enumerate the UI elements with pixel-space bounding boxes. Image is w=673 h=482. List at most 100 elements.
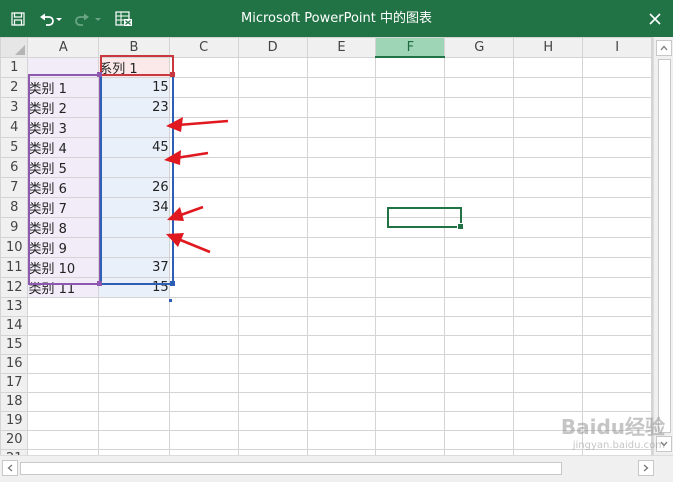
- cell-c2[interactable]: [168, 76, 239, 98]
- cell-h16[interactable]: [513, 353, 584, 374]
- vertical-scrollbar[interactable]: [653, 37, 673, 455]
- cell-c12[interactable]: [168, 276, 239, 298]
- cell-d6[interactable]: [237, 156, 308, 178]
- cell-i18[interactable]: [582, 391, 652, 412]
- cell-h3[interactable]: [513, 96, 584, 118]
- cell-g17[interactable]: [444, 372, 515, 393]
- cell-i8[interactable]: [582, 196, 652, 218]
- cell-g14[interactable]: [444, 315, 515, 336]
- cell-f14[interactable]: [375, 315, 446, 336]
- cell-d17[interactable]: [237, 372, 308, 393]
- cell-b14[interactable]: [98, 315, 170, 336]
- cell-b13[interactable]: [98, 296, 170, 317]
- cell-g3[interactable]: [444, 96, 515, 118]
- vertical-scroll-thumb[interactable]: [658, 59, 671, 433]
- row-header-14[interactable]: 14: [0, 315, 29, 336]
- scroll-right-button[interactable]: [638, 460, 654, 476]
- cell-h5[interactable]: [513, 136, 584, 158]
- cell-h2[interactable]: [513, 76, 584, 98]
- cell-g2[interactable]: [444, 76, 515, 98]
- cell-f7[interactable]: [375, 176, 446, 198]
- cell-g13[interactable]: [444, 296, 515, 317]
- row-header-11[interactable]: 11: [0, 256, 29, 278]
- column-header-b[interactable]: B: [98, 37, 170, 58]
- cell-e15[interactable]: [306, 334, 377, 355]
- cell-c7[interactable]: [168, 176, 239, 198]
- category-cell[interactable]: 类别 11: [27, 276, 100, 298]
- cell-c5[interactable]: [168, 136, 239, 158]
- column-header-e[interactable]: E: [306, 37, 377, 58]
- column-header-a[interactable]: A: [27, 37, 100, 58]
- cell-f3[interactable]: [375, 96, 446, 118]
- column-header-i[interactable]: I: [582, 37, 652, 58]
- cell-i9[interactable]: [582, 216, 652, 238]
- cell-f4[interactable]: [375, 116, 446, 138]
- cell-i11[interactable]: [582, 256, 652, 278]
- cell-e20[interactable]: [306, 429, 377, 450]
- cell-a15[interactable]: [27, 334, 100, 355]
- cell-h15[interactable]: [513, 334, 584, 355]
- cell-e1[interactable]: [306, 56, 377, 78]
- cell-b18[interactable]: [98, 391, 170, 412]
- value-cell[interactable]: 15: [98, 276, 170, 298]
- cell-c19[interactable]: [168, 410, 239, 431]
- cell-b16[interactable]: [98, 353, 170, 374]
- value-cell[interactable]: [98, 116, 170, 138]
- cell-e3[interactable]: [306, 96, 377, 118]
- cell-h4[interactable]: [513, 116, 584, 138]
- cell-c16[interactable]: [168, 353, 239, 374]
- cell-i1[interactable]: [582, 56, 652, 78]
- cell-g4[interactable]: [444, 116, 515, 138]
- category-cell[interactable]: 类别 9: [27, 236, 100, 258]
- cell-f10[interactable]: [375, 236, 446, 258]
- cell-b15[interactable]: [98, 334, 170, 355]
- cell-a16[interactable]: [27, 353, 100, 374]
- cell-e17[interactable]: [306, 372, 377, 393]
- row-header-10[interactable]: 10: [0, 236, 29, 258]
- cell-g1[interactable]: [444, 56, 515, 78]
- cell-f18[interactable]: [375, 391, 446, 412]
- range-extend-handle[interactable]: [169, 299, 172, 302]
- cell-h11[interactable]: [513, 256, 584, 278]
- scroll-down-button[interactable]: [656, 436, 672, 452]
- cell-i7[interactable]: [582, 176, 652, 198]
- undo-button[interactable]: [34, 0, 64, 37]
- cell-f15[interactable]: [375, 334, 446, 355]
- cell-i16[interactable]: [582, 353, 652, 374]
- series-resize-handle[interactable]: [170, 281, 175, 286]
- category-cell[interactable]: 类别 7: [27, 196, 100, 218]
- cell-f9[interactable]: [375, 216, 446, 238]
- cell-a14[interactable]: [27, 315, 100, 336]
- cell-e14[interactable]: [306, 315, 377, 336]
- cell-e2[interactable]: [306, 76, 377, 98]
- cell-g8[interactable]: [444, 196, 515, 218]
- cell-i10[interactable]: [582, 236, 652, 258]
- row-header-2[interactable]: 2: [0, 76, 29, 98]
- column-header-c[interactable]: C: [168, 37, 239, 58]
- cell-i3[interactable]: [582, 96, 652, 118]
- value-cell[interactable]: 37: [98, 256, 170, 278]
- cell-b19[interactable]: [98, 410, 170, 431]
- cell-h9[interactable]: [513, 216, 584, 238]
- cell-e19[interactable]: [306, 410, 377, 431]
- cell-i12[interactable]: [582, 276, 652, 298]
- cell-f5[interactable]: [375, 136, 446, 158]
- row-header-6[interactable]: 6: [0, 156, 29, 178]
- cell-e11[interactable]: [306, 256, 377, 278]
- row-header-9[interactable]: 9: [0, 216, 29, 238]
- cell-e6[interactable]: [306, 156, 377, 178]
- category-cell[interactable]: 类别 6: [27, 176, 100, 198]
- cell-f12[interactable]: [375, 276, 446, 298]
- category-cell[interactable]: 类别 5: [27, 156, 100, 178]
- cell-h18[interactable]: [513, 391, 584, 412]
- series-top-handle[interactable]: [97, 72, 102, 77]
- category-cell[interactable]: 类别 1: [27, 76, 100, 98]
- cell-c9[interactable]: [168, 216, 239, 238]
- cell-c15[interactable]: [168, 334, 239, 355]
- cell-c14[interactable]: [168, 315, 239, 336]
- cell-h12[interactable]: [513, 276, 584, 298]
- cell-d18[interactable]: [237, 391, 308, 412]
- cell-h7[interactable]: [513, 176, 584, 198]
- cell-f17[interactable]: [375, 372, 446, 393]
- select-all-corner[interactable]: [0, 37, 29, 58]
